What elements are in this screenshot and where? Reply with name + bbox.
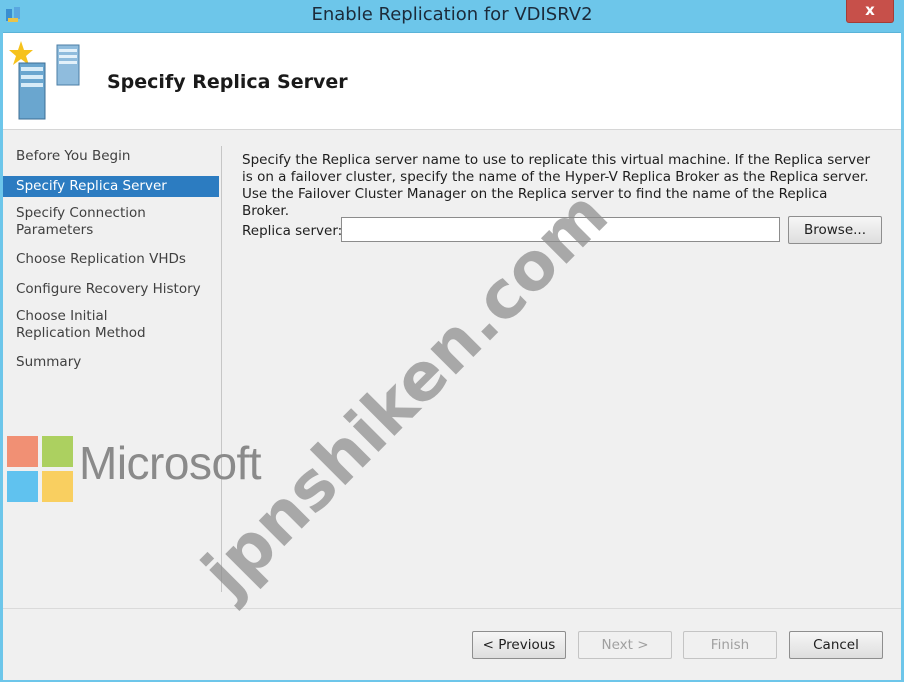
finish-button[interactable]: Finish	[683, 631, 777, 659]
next-button[interactable]: Next >	[578, 631, 672, 659]
title-bar: Enable Replication for VDISRV2 x	[0, 0, 904, 33]
previous-button[interactable]: < Previous	[472, 631, 566, 659]
microsoft-wordmark: Microsoft	[79, 437, 262, 489]
browse-button[interactable]: Browse...	[788, 216, 882, 244]
nav-item-configure-recovery-history[interactable]: Configure Recovery History	[3, 279, 219, 300]
cancel-button[interactable]: Cancel	[789, 631, 883, 659]
wizard-footer: < Previous Next > Finish Cancel	[3, 608, 901, 680]
wizard-steps-nav: Before You Begin Specify Replica Server …	[3, 146, 219, 373]
nav-item-summary[interactable]: Summary	[3, 352, 219, 373]
replica-server-label: Replica server:	[242, 223, 343, 239]
nav-item-choose-replication-vhds[interactable]: Choose Replication VHDs	[3, 249, 219, 270]
wizard-header: Specify Replica Server	[3, 33, 901, 130]
replica-server-icon	[9, 41, 80, 120]
microsoft-logo-icon	[7, 436, 73, 502]
page-title: Specify Replica Server	[107, 71, 348, 93]
close-button[interactable]: x	[846, 0, 894, 23]
nav-item-specify-replica-server[interactable]: Specify Replica Server	[3, 176, 219, 197]
nav-item-choose-initial-replication-method[interactable]: Choose Initial Replication Method	[3, 306, 186, 344]
nav-item-before-you-begin[interactable]: Before You Begin	[3, 146, 219, 167]
window-title: Enable Replication for VDISRV2	[311, 4, 593, 25]
nav-item-specify-connection-parameters[interactable]: Specify Connection Parameters	[3, 203, 166, 241]
